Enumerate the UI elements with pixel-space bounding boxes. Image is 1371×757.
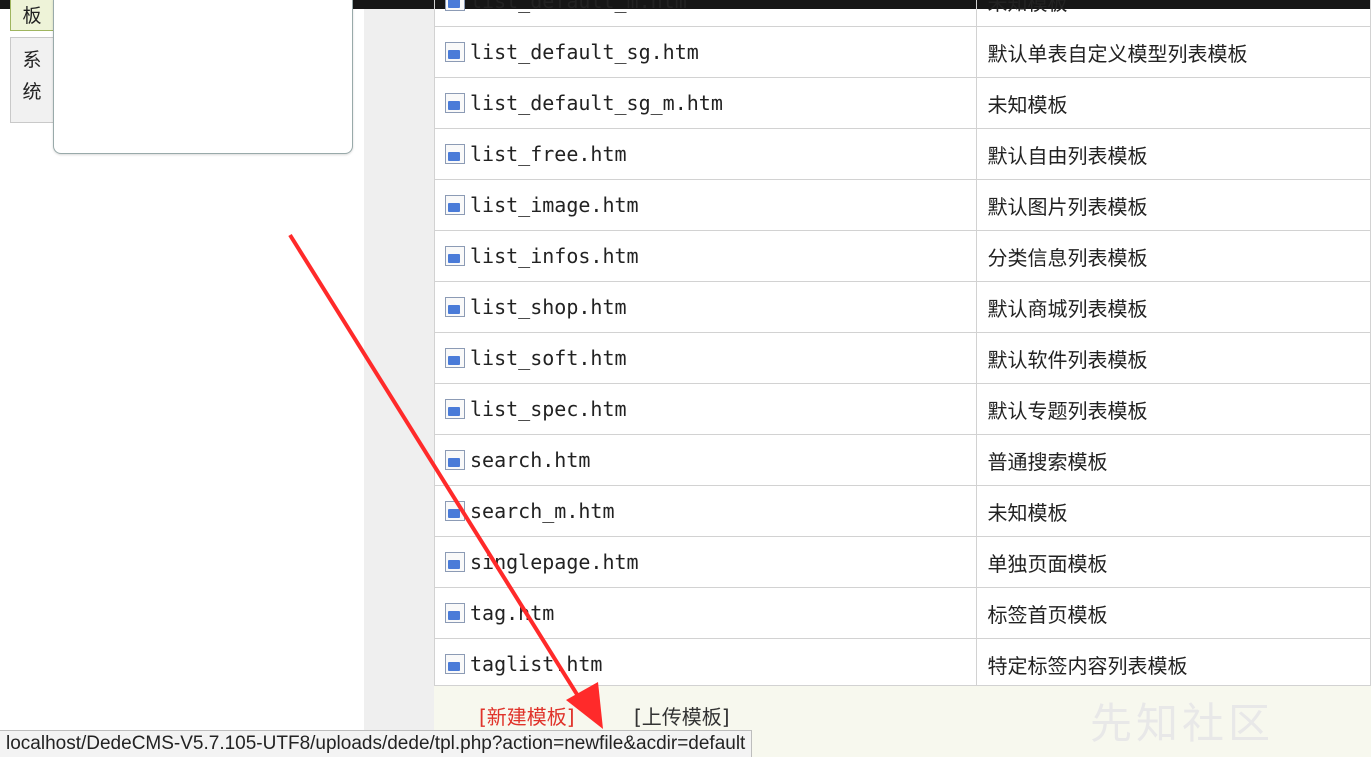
tab-templates[interactable]: 板 [10,0,53,31]
table-row: list_soft.htm 默认软件列表模板 [433,332,1371,384]
file-name[interactable]: search_m.htm [470,499,615,523]
file-name-cell: taglist.htm [433,638,978,690]
file-name[interactable]: list_soft.htm [470,346,627,370]
file-name[interactable]: list_infos.htm [470,244,639,268]
upload-template-link[interactable]: [上传模板] [634,701,730,730]
html-file-icon [445,552,465,572]
table-row: list_free.htm 默认自由列表模板 [433,128,1371,180]
file-description: 默认软件列表模板 [976,332,1371,384]
table-row: list_shop.htm 默认商城列表模板 [433,281,1371,333]
frame-divider [364,9,434,756]
file-description: 分类信息列表模板 [976,230,1371,282]
table-row: singlepage.htm 单独页面模板 [433,536,1371,588]
file-name-cell: singlepage.htm [433,536,978,588]
file-link[interactable]: taglist.htm [435,652,976,676]
file-name-cell: list_default_m.htm [433,0,978,27]
html-file-icon [445,246,465,266]
file-description: 默认专题列表模板 [976,383,1371,435]
file-name-cell: search.htm [433,434,978,486]
file-link[interactable]: list_infos.htm [435,244,976,268]
new-template-link[interactable]: [新建模板] [479,701,575,730]
file-name-cell: list_default_sg.htm [433,26,978,78]
file-name[interactable]: search.htm [470,448,590,472]
file-name[interactable]: list_shop.htm [470,295,627,319]
file-link[interactable]: list_image.htm [435,193,976,217]
file-name[interactable]: list_default_m.htm [470,0,687,13]
file-link[interactable]: list_default_sg.htm [435,40,976,64]
file-name-cell: list_shop.htm [433,281,978,333]
html-file-icon [445,195,465,215]
table-row: list_spec.htm 默认专题列表模板 [433,383,1371,435]
left-menu-panel: 板 系统 [0,0,364,756]
browser-status-bar: localhost/DedeCMS-V5.7.105-UTF8/uploads/… [0,730,753,757]
file-description: 未知模板 [976,0,1371,27]
file-name[interactable]: taglist.htm [470,652,602,676]
file-link[interactable]: singlepage.htm [435,550,976,574]
html-file-icon [445,144,465,164]
file-description: 默认单表自定义模型列表模板 [976,26,1371,78]
file-name[interactable]: list_free.htm [470,142,627,166]
file-description: 默认商城列表模板 [976,281,1371,333]
file-link[interactable]: list_free.htm [435,142,976,166]
html-file-icon [445,399,465,419]
table-row: search_m.htm 未知模板 [433,485,1371,537]
table-row: list_default_m.htm 未知模板 [433,0,1371,27]
file-link[interactable]: list_shop.htm [435,295,976,319]
html-file-icon [445,603,465,623]
file-name-cell: list_default_sg_m.htm [433,77,978,129]
html-file-icon [445,93,465,113]
file-name-cell: search_m.htm [433,485,978,537]
file-description: 特定标签内容列表模板 [976,638,1371,690]
html-file-icon [445,0,465,11]
file-description: 默认自由列表模板 [976,128,1371,180]
file-link[interactable]: search_m.htm [435,499,976,523]
file-name[interactable]: tag.htm [470,601,554,625]
html-file-icon [445,450,465,470]
file-name-cell: tag.htm [433,587,978,639]
table-row: search.htm 普通搜索模板 [433,434,1371,486]
file-link[interactable]: list_spec.htm [435,397,976,421]
html-file-icon [445,501,465,521]
table-row: list_default_sg_m.htm 未知模板 [433,77,1371,129]
html-file-icon [445,297,465,317]
file-link[interactable]: list_soft.htm [435,346,976,370]
file-name-cell: list_infos.htm [433,230,978,282]
menu-content-box [53,0,353,154]
file-name[interactable]: list_image.htm [470,193,639,217]
file-link[interactable]: list_default_m.htm [435,0,976,13]
file-name-cell: list_soft.htm [433,332,978,384]
file-description: 单独页面模板 [976,536,1371,588]
file-link[interactable]: list_default_sg_m.htm [435,91,976,115]
table-row: tag.htm 标签首页模板 [433,587,1371,639]
file-name[interactable]: list_default_sg.htm [470,40,699,64]
file-name-cell: list_image.htm [433,179,978,231]
html-file-icon [445,654,465,674]
file-description: 普通搜索模板 [976,434,1371,486]
html-file-icon [445,42,465,62]
table-row: list_default_sg.htm 默认单表自定义模型列表模板 [433,26,1371,78]
file-link[interactable]: search.htm [435,448,976,472]
file-description: 未知模板 [976,485,1371,537]
watermark-text: 先知社区 [1090,699,1275,748]
file-link[interactable]: tag.htm [435,601,976,625]
file-name-cell: list_free.htm [433,128,978,180]
file-name[interactable]: list_spec.htm [470,397,627,421]
tab-system[interactable]: 系统 [10,37,53,123]
file-description: 未知模板 [976,77,1371,129]
file-description: 标签首页模板 [976,587,1371,639]
table-row: list_image.htm 默认图片列表模板 [433,179,1371,231]
template-file-table: list_default_m.htm 未知模板 list_default_sg.ht… [433,0,1371,690]
tab-system-label: 系统 [22,49,42,103]
file-name-cell: list_spec.htm [433,383,978,435]
file-description: 默认图片列表模板 [976,179,1371,231]
html-file-icon [445,348,465,368]
table-row: list_infos.htm 分类信息列表模板 [433,230,1371,282]
file-name[interactable]: singlepage.htm [470,550,639,574]
table-row: taglist.htm 特定标签内容列表模板 [433,638,1371,690]
file-name[interactable]: list_default_sg_m.htm [470,91,723,115]
